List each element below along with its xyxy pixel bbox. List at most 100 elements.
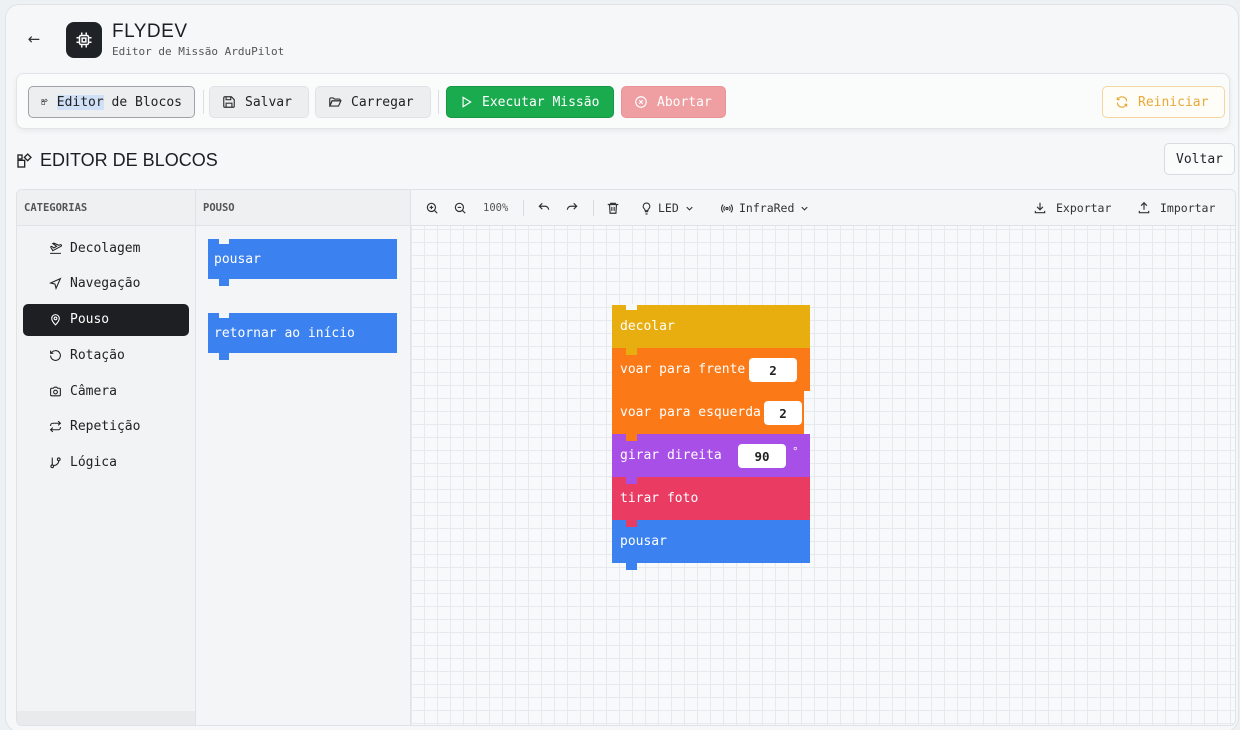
palette-header: POUSO	[196, 190, 410, 226]
send-icon	[49, 277, 62, 291]
category-navegacao[interactable]: Navegação	[23, 268, 189, 300]
category-decolagem[interactable]: Decolagem	[23, 232, 189, 264]
toolbar-divider	[203, 90, 204, 114]
execute-label: Executar Missão	[482, 94, 600, 110]
app-title: FLYDEV	[112, 21, 188, 42]
block-palette: POUSO pousar retornar ao início	[196, 190, 411, 725]
undo-button[interactable]	[537, 199, 551, 217]
zoom-in-button[interactable]	[425, 199, 439, 217]
load-button[interactable]: Carregar	[315, 86, 431, 118]
program-block-label: tirar foto	[620, 491, 699, 506]
category-repeticao[interactable]: Repetição	[23, 411, 189, 443]
category-label: Pouso	[70, 312, 110, 328]
export-button[interactable]: Exportar	[1033, 199, 1111, 217]
section-title: EDITOR DE BLOCOS	[16, 150, 218, 171]
block-tab	[626, 476, 637, 484]
app-window: ← FLYDEV Editor de Missão ArduPilot Edit…	[5, 4, 1239, 730]
delete-button[interactable]	[606, 199, 620, 217]
blocks-icon	[41, 98, 48, 105]
led-dropdown[interactable]: LED	[640, 199, 695, 217]
zoom-out-button[interactable]	[453, 199, 467, 217]
restart-button[interactable]: Reiniciar	[1102, 86, 1225, 118]
chevron-down-icon	[801, 206, 809, 211]
app-logo	[66, 22, 102, 58]
program-block-tirar-foto[interactable]: tirar foto	[612, 477, 810, 527]
save-button[interactable]: Salvar	[209, 86, 309, 118]
branch-icon	[50, 457, 61, 469]
back-button[interactable]: ←	[23, 28, 45, 50]
camera-icon	[50, 386, 61, 397]
category-label: Navegação	[70, 276, 141, 292]
block-tab	[626, 347, 637, 355]
category-label: Câmera	[70, 383, 117, 399]
zoom-in-icon	[426, 202, 438, 214]
load-label: Carregar	[351, 94, 414, 110]
palette-block-label: pousar	[214, 251, 261, 267]
block-tab	[626, 433, 637, 441]
folder-open-icon	[328, 97, 342, 107]
angle-input[interactable]: 90	[738, 444, 786, 468]
plane-icon	[49, 241, 62, 254]
program-block-voar-esquerda[interactable]: voar para esquerda 2	[612, 391, 804, 441]
palette-block-pousar[interactable]: pousar	[208, 238, 397, 286]
main-toolbar: Editor de Blocos Salvar Carregar Executa…	[16, 73, 1230, 129]
map-pin-icon	[51, 314, 60, 326]
toolbar-divider	[593, 200, 594, 216]
block-editor-label: Editor de Blocos	[56, 94, 182, 110]
rotate-icon	[50, 349, 61, 361]
refresh-icon	[1116, 96, 1128, 108]
category-label: Decolagem	[70, 240, 141, 256]
categories-list: Decolagem Navegação Pouso Rotação Câmera	[17, 226, 195, 489]
program-block-label: girar direita	[620, 448, 722, 463]
abort-button[interactable]: Abortar	[621, 86, 726, 118]
block-tab	[626, 562, 637, 570]
abort-label: Abortar	[657, 94, 712, 110]
category-label: Rotação	[70, 347, 125, 363]
block-editor-label-selected: Editor	[56, 94, 104, 110]
undo-icon	[538, 202, 550, 210]
program-block-girar-direita[interactable]: girar direita 90 °	[612, 434, 810, 484]
program-block-label: decolar	[620, 319, 675, 334]
zoom-out-icon	[454, 202, 466, 214]
category-label: Repetição	[70, 419, 141, 435]
import-button[interactable]: Importar	[1137, 199, 1215, 217]
voltar-button[interactable]: Voltar	[1164, 143, 1235, 175]
program-block-decolar[interactable]: decolar	[612, 304, 810, 355]
program-block-label: pousar	[620, 534, 667, 549]
category-logica[interactable]: Lógica	[23, 447, 189, 479]
palette-block-label: retornar ao início	[214, 325, 355, 341]
palette-block-retornar[interactable]: retornar ao início	[208, 312, 397, 360]
chip-icon	[76, 32, 92, 48]
program-block-pousar[interactable]: pousar	[612, 520, 810, 570]
radio-signal-icon	[721, 203, 733, 213]
category-rotacao[interactable]: Rotação	[23, 339, 189, 371]
infrared-label: InfraRed	[739, 201, 795, 215]
categories-scrollbar[interactable]	[17, 711, 195, 725]
category-camera[interactable]: Câmera	[23, 375, 189, 407]
led-label: LED	[658, 201, 679, 215]
section-title-text: EDITOR DE BLOCOS	[40, 150, 218, 170]
distance-input[interactable]: 2	[749, 358, 797, 382]
trash-icon	[607, 202, 619, 214]
toolbar-divider	[523, 200, 524, 216]
arrow-left-icon: ←	[27, 30, 41, 48]
workspace-toolbar: 100% LED InfraRed Exportar Importar	[411, 190, 1235, 226]
block-tab	[626, 519, 637, 527]
block-notch	[219, 238, 229, 244]
category-pouso[interactable]: Pouso	[23, 303, 189, 336]
redo-button[interactable]	[565, 199, 579, 217]
infrared-dropdown[interactable]: InfraRed	[720, 199, 810, 217]
distance-input[interactable]: 2	[764, 401, 802, 425]
save-icon	[223, 96, 235, 108]
block-workspace[interactable]: 100% LED InfraRed Exportar Importar deco…	[411, 190, 1235, 725]
block-editor-button[interactable]: Editor de Blocos	[28, 86, 195, 118]
block-notch	[219, 312, 229, 318]
program-block-voar-frente[interactable]: voar para frente 2	[612, 348, 810, 398]
block-tab	[219, 279, 229, 286]
redo-icon	[566, 202, 578, 210]
repeat-icon	[49, 421, 62, 433]
execute-mission-button[interactable]: Executar Missão	[446, 86, 614, 118]
blocks-icon	[17, 152, 32, 168]
block-tab	[219, 353, 229, 360]
categories-header: CATEGORIAS	[17, 190, 195, 226]
